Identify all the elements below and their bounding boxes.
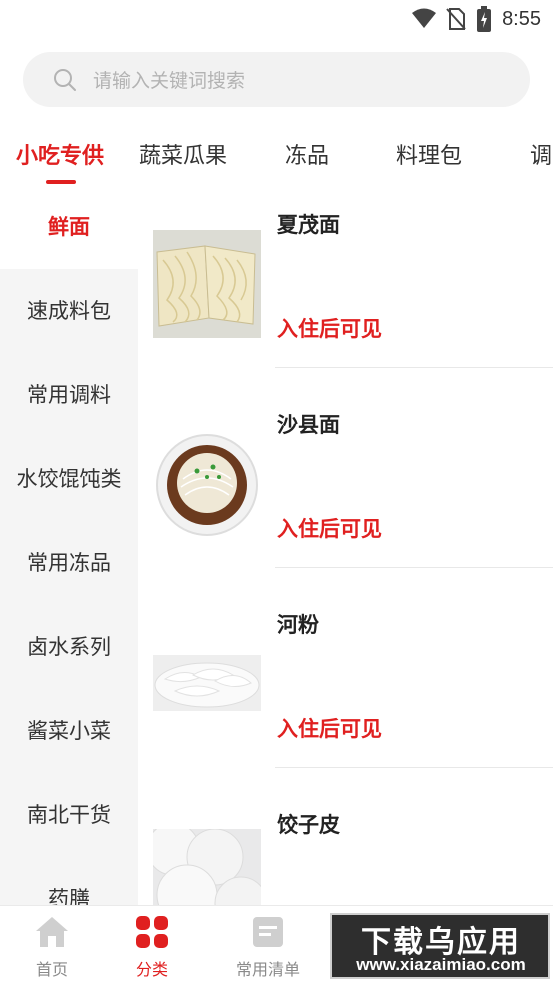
search-icon (53, 68, 77, 92)
status-bar: 8:55 (0, 0, 553, 40)
sidebar-item-fresh-noodles[interactable]: 鲜面 (0, 185, 138, 269)
product-name: 河粉 (277, 613, 319, 637)
status-icons: 8:55 (412, 6, 541, 32)
product-name: 饺子皮 (277, 813, 340, 837)
product-price-notice: 入住后可见 (277, 517, 382, 541)
category-grid-icon (136, 916, 168, 948)
watermark-url: www.xiazaimiao.com (356, 955, 526, 974)
sidebar: 鲜面 速成料包 常用调料 水饺馄饨类 常用冻品 卤水系列 酱菜小菜 南北干货 药… (0, 185, 138, 905)
product-image-noodle-bundle (153, 230, 261, 338)
product-list: 夏茂面 入住后可见 沙县面 入住后可见 河粉 入住后可见 饺子皮 (138, 185, 553, 905)
divider (275, 367, 553, 368)
sidebar-item-instant-packs[interactable]: 速成料包 (0, 269, 138, 353)
sidebar-item-dry-goods[interactable]: 南北干货 (0, 773, 138, 857)
list-document-icon (253, 917, 283, 947)
nav-label: 分类 (135, 960, 168, 979)
tab-vegetables[interactable]: 蔬菜瓜果 (139, 138, 227, 170)
sidebar-item-common-seasonings[interactable]: 常用调料 (0, 353, 138, 437)
wifi-icon (412, 8, 437, 28)
no-sim-icon (446, 8, 466, 30)
sidebar-item-pickles[interactable]: 酱菜小菜 (0, 689, 138, 773)
product-item[interactable]: 河粉 入住后可见 (138, 585, 553, 785)
tab-snacks[interactable]: 小吃专供 (16, 138, 104, 170)
tab-frozen[interactable]: 冻品 (285, 138, 329, 170)
sidebar-item-common-frozen[interactable]: 常用冻品 (0, 521, 138, 605)
product-price-notice: 入住后可见 (277, 317, 382, 341)
tab-prepared-packs[interactable]: 料理包 (396, 138, 462, 170)
product-name: 夏茂面 (277, 213, 340, 237)
watermark-logo: 下载乌应用 www.xiazaimiao.com (330, 913, 550, 979)
product-item[interactable]: 沙县面 入住后可见 (138, 385, 553, 585)
tab-seasoning[interactable]: 调 (530, 138, 552, 170)
sidebar-item-herbal-food[interactable]: 药膳 (0, 857, 138, 905)
product-item[interactable]: 饺子皮 (138, 785, 553, 905)
product-item[interactable]: 夏茂面 入住后可见 (138, 185, 553, 385)
product-image-shaxian-noodles (153, 431, 261, 539)
active-tab-indicator (46, 180, 76, 184)
nav-category[interactable]: 分类 (92, 914, 212, 980)
search-input[interactable]: 请输入关键词搜索 (93, 66, 245, 93)
product-image-dumpling-wrappers (153, 829, 261, 905)
divider (275, 567, 553, 568)
product-name: 沙县面 (277, 413, 340, 437)
product-image-rice-noodles (153, 655, 261, 711)
category-tabs: 小吃专供 蔬菜瓜果 冻品 料理包 调 (0, 128, 553, 188)
search-bar[interactable]: 请输入关键词搜索 (23, 52, 530, 107)
nav-common-list[interactable]: 常用清单 (208, 914, 328, 980)
sidebar-item-dumplings-wontons[interactable]: 水饺馄饨类 (0, 437, 138, 521)
product-price-notice: 入住后可见 (277, 717, 382, 741)
nav-label: 常用清单 (235, 960, 300, 979)
sidebar-item-braised-series[interactable]: 卤水系列 (0, 605, 138, 689)
divider (275, 767, 553, 768)
status-time: 8:55 (502, 7, 541, 30)
home-icon (36, 917, 68, 947)
battery-charging-icon (477, 6, 492, 32)
